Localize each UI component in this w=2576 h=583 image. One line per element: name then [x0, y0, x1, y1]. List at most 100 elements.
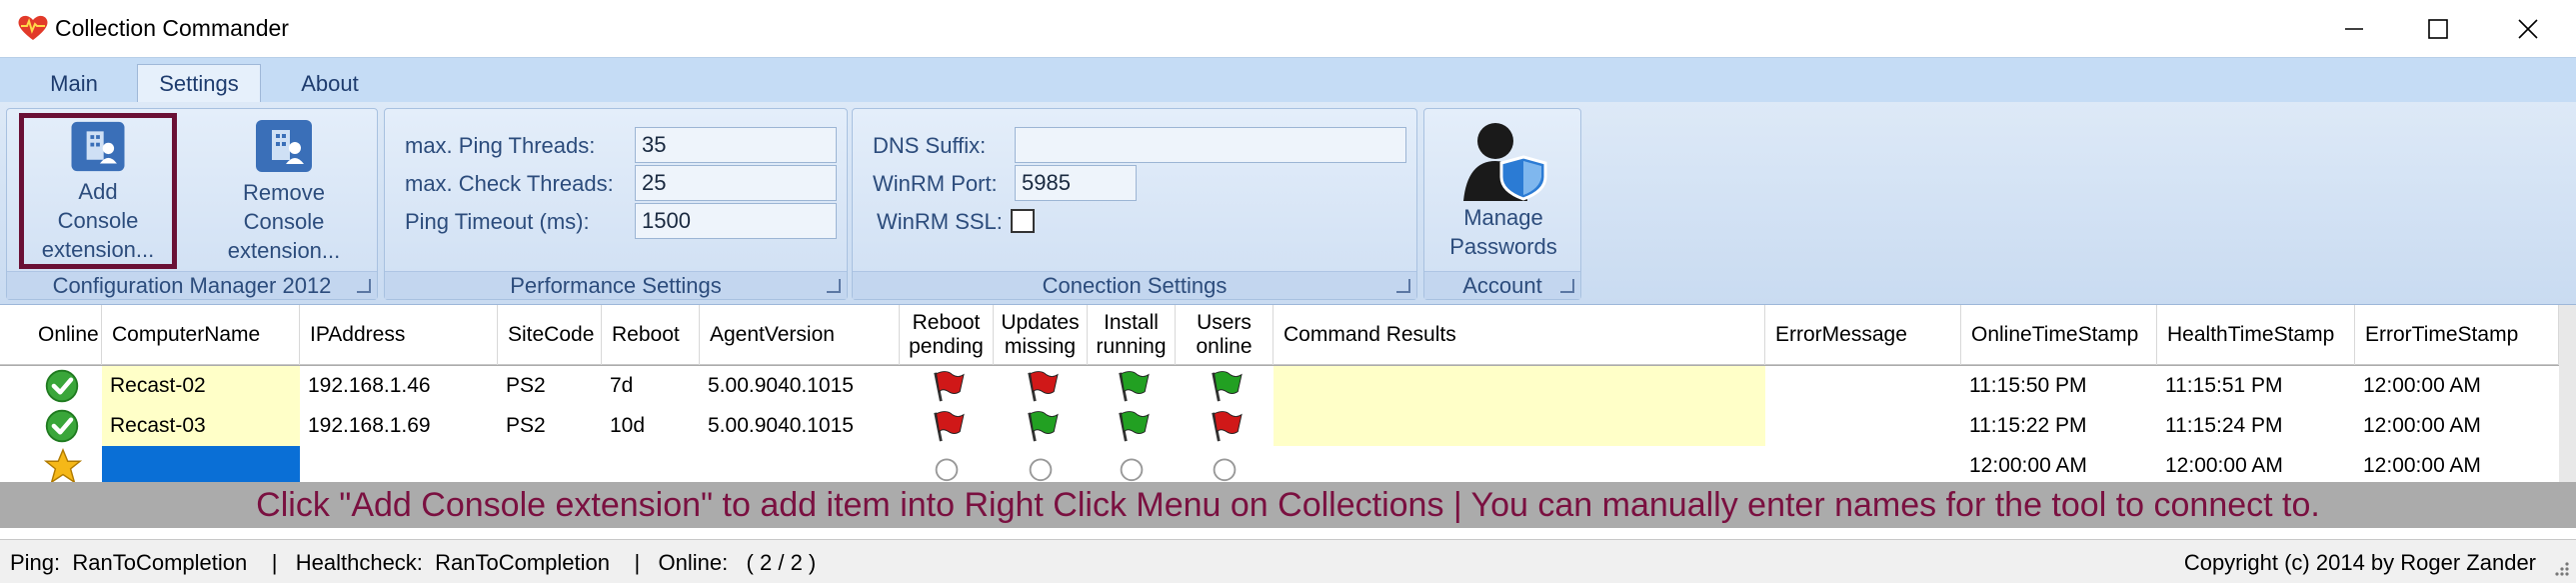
group-label-account: Account — [1424, 271, 1580, 299]
computer-name-cell[interactable]: Recast-03 — [102, 406, 300, 446]
heart-app-icon — [18, 15, 48, 40]
empty-status-icon — [935, 458, 959, 482]
online-status-cell[interactable] — [0, 446, 102, 486]
agent-version-cell[interactable] — [700, 446, 900, 486]
remove-console-extension-button[interactable]: Remove Console extension... — [205, 118, 363, 265]
status-flag-cell[interactable] — [1176, 406, 1274, 446]
add-button-line3: extension... — [41, 237, 155, 262]
dialog-launcher-icon[interactable] — [827, 279, 841, 293]
column-header-reboot[interactable]: Reboot — [602, 305, 700, 365]
site-code-cell[interactable]: PS2 — [498, 366, 602, 406]
tab-settings[interactable]: Settings — [137, 64, 261, 103]
green-flag-icon — [1119, 371, 1150, 402]
error-ts-cell[interactable]: 12:00:00 AM — [2355, 446, 2559, 486]
online-status-cell[interactable] — [0, 406, 102, 446]
winrm-ssl-label: WinRM SSL: — [877, 209, 1003, 234]
error-ts-cell[interactable]: 12:00:00 AM — [2355, 366, 2559, 406]
ip-cell[interactable] — [300, 446, 498, 486]
column-header-ipaddress[interactable]: IPAddress — [300, 305, 498, 365]
status-flag-cell[interactable] — [1176, 446, 1274, 486]
column-header-onlinetimestamp[interactable]: OnlineTimeStamp — [1961, 305, 2157, 365]
minimize-icon — [2345, 27, 2363, 30]
online-status-cell[interactable] — [0, 366, 102, 406]
group-label-configuration-manager: Configuration Manager 2012 — [7, 271, 377, 299]
grid-scrollbar[interactable] — [2559, 305, 2576, 487]
error-message-cell[interactable] — [1765, 446, 1961, 486]
add-button-line2: Console — [57, 208, 139, 233]
health-ts-cell[interactable]: 11:15:24 PM — [2157, 406, 2355, 446]
column-header-online[interactable]: Online — [0, 305, 102, 365]
column-header-agentversion[interactable]: AgentVersion — [700, 305, 900, 365]
dialog-launcher-icon[interactable] — [1560, 279, 1574, 293]
column-header-computername[interactable]: ComputerName — [102, 305, 300, 365]
window-title: Collection Commander — [55, 15, 289, 41]
site-code-cell[interactable]: PS2 — [498, 406, 602, 446]
computer-name-cell[interactable]: Recast-02 — [102, 366, 300, 406]
status-flag-cell[interactable] — [994, 366, 1088, 406]
health-ts-cell[interactable]: 11:15:51 PM — [2157, 366, 2355, 406]
column-header-users-online[interactable]: Users online — [1176, 305, 1274, 365]
check-threads-input[interactable]: 25 — [635, 165, 837, 201]
computers-grid[interactable]: Online ComputerName IPAddress SiteCode R… — [0, 305, 2576, 487]
group-label-text: Performance Settings — [510, 272, 722, 298]
health-ts-cell[interactable]: 12:00:00 AM — [2157, 446, 2355, 486]
column-header-errormessage[interactable]: ErrorMessage — [1765, 305, 1961, 365]
site-code-cell[interactable] — [498, 446, 602, 486]
tab-main[interactable]: Main — [22, 64, 126, 103]
error-message-cell[interactable] — [1765, 406, 1961, 446]
column-header-reboot-pending[interactable]: Reboot pending — [900, 305, 994, 365]
computer-name-cell[interactable] — [102, 446, 300, 486]
resize-grip-icon[interactable] — [2552, 559, 2570, 577]
add-console-extension-button[interactable]: Add Console extension... — [19, 113, 177, 269]
online-ts-cell[interactable]: 11:15:50 PM — [1961, 366, 2157, 406]
column-header-updates-missing[interactable]: Updates missing — [994, 305, 1088, 365]
reboot-cell[interactable] — [602, 446, 700, 486]
status-flag-cell[interactable] — [1088, 446, 1176, 486]
error-message-cell[interactable] — [1765, 366, 1961, 406]
winrm-ssl-checkbox[interactable] — [1011, 209, 1035, 233]
dialog-launcher-icon[interactable] — [357, 279, 371, 293]
ping-timeout-input[interactable]: 1500 — [635, 203, 837, 239]
grid-header: Online ComputerName IPAddress SiteCode R… — [0, 305, 2559, 365]
agent-version-cell[interactable]: 5.00.9040.1015 — [700, 406, 900, 446]
status-flag-cell[interactable] — [1088, 366, 1176, 406]
ip-cell[interactable]: 192.168.1.69 — [300, 406, 498, 446]
red-flag-icon — [1212, 411, 1243, 442]
winrm-port-label: WinRM Port: — [873, 171, 998, 196]
table-row[interactable]: Recast-03 192.168.1.69 PS2 10d 5.00.9040.101… — [0, 406, 2559, 446]
online-ts-cell[interactable]: 11:15:22 PM — [1961, 406, 2157, 446]
reboot-cell[interactable]: 7d — [602, 366, 700, 406]
command-results-cell[interactable] — [1274, 406, 1765, 446]
agent-version-cell[interactable]: 5.00.9040.1015 — [700, 366, 900, 406]
status-flag-cell[interactable] — [1176, 366, 1274, 406]
status-flag-cell[interactable] — [994, 446, 1088, 486]
manage-passwords-button[interactable]: Manage Passwords — [1430, 117, 1576, 261]
winrm-port-input[interactable]: 5985 — [1015, 165, 1137, 201]
status-text: Ping: RanToCompletion | Healthcheck: Ran… — [10, 550, 817, 575]
status-flag-cell[interactable] — [900, 366, 994, 406]
dialog-launcher-icon[interactable] — [1396, 279, 1410, 293]
table-row[interactable]: Recast-02 192.168.1.46 PS2 7d 5.00.9040.1015… — [0, 366, 2559, 406]
dns-suffix-input[interactable] — [1015, 127, 1406, 163]
status-flag-cell[interactable] — [994, 406, 1088, 446]
error-ts-cell[interactable]: 12:00:00 AM — [2355, 406, 2559, 446]
status-flag-cell[interactable] — [1088, 406, 1176, 446]
ip-cell[interactable]: 192.168.1.46 — [300, 366, 498, 406]
tab-about[interactable]: About — [274, 64, 386, 103]
column-header-install-running[interactable]: Install running — [1088, 305, 1176, 365]
column-header-sitecode[interactable]: SiteCode — [498, 305, 602, 365]
column-header-command-results[interactable]: Command Results — [1274, 305, 1765, 365]
column-header-healthtimestamp[interactable]: HealthTimeStamp — [2157, 305, 2355, 365]
column-header-errortimestamp[interactable]: ErrorTimeStamp — [2355, 305, 2559, 365]
ping-threads-input[interactable]: 35 — [635, 127, 837, 163]
status-flag-cell[interactable] — [900, 406, 994, 446]
command-results-cell[interactable] — [1274, 446, 1765, 486]
manage-button-line1: Manage — [1463, 205, 1543, 230]
reboot-cell[interactable]: 10d — [602, 406, 700, 446]
close-button[interactable] — [2473, 0, 2576, 57]
group-label-text: Configuration Manager 2012 — [52, 272, 332, 298]
command-results-cell[interactable] — [1274, 366, 1765, 406]
online-ts-cell[interactable]: 12:00:00 AM — [1961, 446, 2157, 486]
table-row[interactable]: 12:00:00 AM 12:00:00 AM 12:00:00 AM — [0, 446, 2559, 486]
status-flag-cell[interactable] — [900, 446, 994, 486]
